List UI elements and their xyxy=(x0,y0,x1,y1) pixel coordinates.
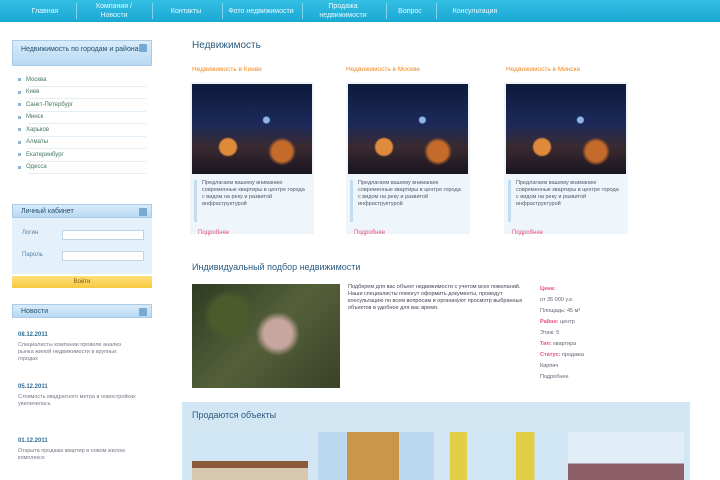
login-title: Личный кабинет xyxy=(21,208,74,215)
top-nav-bar: Главная Компания / Новости Контакты Фото… xyxy=(0,0,720,22)
card-more-link[interactable]: Подробнее xyxy=(354,230,385,236)
news-header: Новости xyxy=(12,304,152,318)
category-item[interactable]: Санкт-Петербург xyxy=(26,99,146,112)
login-label: Логин xyxy=(22,230,39,236)
nav-separator xyxy=(302,3,303,19)
detail-label: Цена: xyxy=(540,286,556,292)
nav-separator xyxy=(222,3,223,19)
property-card: Предлагаем вашему вниманию современные к… xyxy=(346,82,470,236)
detail-row: Кирпич xyxy=(540,363,558,369)
nav-item-photos[interactable]: Фото недвижимости xyxy=(226,0,296,22)
property-card: Предлагаем вашему вниманию современные к… xyxy=(504,82,628,236)
news-date[interactable]: 05.12.2011 xyxy=(18,384,48,390)
category-item[interactable]: Минск xyxy=(26,112,146,124)
card-image[interactable] xyxy=(192,84,312,174)
card-text: Предлагаем вашему вниманию современные к… xyxy=(516,180,619,207)
nav-separator xyxy=(76,3,77,19)
news-date[interactable]: 01.12.2011 xyxy=(18,438,48,444)
nav-separator xyxy=(152,3,153,19)
login-header: Личный кабинет xyxy=(12,204,152,218)
detail-value: Площадь: 45 м² xyxy=(540,308,581,314)
password-input[interactable] xyxy=(62,251,144,261)
nav-item-sale[interactable]: Продажа недвижимости xyxy=(306,0,380,22)
card-text: Предлагаем вашему вниманию современные к… xyxy=(202,180,305,207)
detail-row: Подробнее xyxy=(540,374,569,380)
detail-value: центр xyxy=(560,319,575,325)
news-text: Стоимость квадратного метра в новостройк… xyxy=(18,394,136,407)
detail-row: от 35 000 у.е. xyxy=(540,297,574,303)
detail-link[interactable]: Подробнее xyxy=(540,374,569,380)
category-item[interactable]: Одесса xyxy=(26,162,146,174)
detail-label: Тип: xyxy=(540,341,552,347)
detail-value: Кирпич xyxy=(540,363,559,369)
nav-item-consult[interactable]: Консультация xyxy=(440,0,510,22)
detail-value: Этаж: 5 xyxy=(540,330,560,336)
nav-item-home[interactable]: Главная xyxy=(20,0,70,22)
news-text: Открыта продажа квартир в новом жилом ко… xyxy=(18,448,125,461)
categories-title: Недвижимость по городам и районам xyxy=(21,46,144,53)
collapse-icon[interactable] xyxy=(139,308,147,316)
card-more-link[interactable]: Подробнее xyxy=(198,230,229,236)
detail-value: продажа xyxy=(561,352,584,358)
login-input[interactable] xyxy=(62,230,144,240)
card-image[interactable] xyxy=(348,84,468,174)
login-button[interactable]: Войти xyxy=(12,276,152,288)
detail-row: Район: центр xyxy=(540,319,575,325)
category-item[interactable]: Алматы xyxy=(26,137,146,149)
detail-row: Цена: xyxy=(540,286,555,292)
individual-section-title: Индивидуальный подбор недвижимости xyxy=(192,262,361,272)
nav-item-question[interactable]: Вопрос xyxy=(390,0,430,22)
nav-separator xyxy=(436,3,437,19)
card-title[interactable]: Недвижимость в Киеве xyxy=(192,66,262,73)
category-list: Москва Киев Санкт-Петербург Минск Харько… xyxy=(26,74,146,174)
login-form: Логин Пароль xyxy=(12,218,152,274)
password-label: Пароль xyxy=(22,252,43,258)
nav-separator xyxy=(386,3,387,19)
detail-row: Площадь: 45 м² xyxy=(540,308,580,314)
nav-item-contacts[interactable]: Контакты xyxy=(156,0,216,22)
nav-item-company[interactable]: Компания / Новости xyxy=(82,0,146,22)
category-item[interactable]: Киев xyxy=(26,87,146,99)
object-thumbnail[interactable] xyxy=(318,432,434,480)
card-accent-bar xyxy=(508,180,511,222)
detail-row: Этаж: 5 xyxy=(540,330,559,336)
card-title[interactable]: Недвижимость в Москве xyxy=(346,66,420,73)
news-text: Специалисты компании провели анализ рынк… xyxy=(18,342,121,362)
category-item[interactable]: Харьков xyxy=(26,124,146,137)
category-item[interactable]: Москва xyxy=(26,74,146,87)
news-date[interactable]: 08.12.2011 xyxy=(18,332,48,338)
detail-row: Тип: квартира xyxy=(540,341,576,347)
card-accent-bar xyxy=(194,180,197,222)
detail-row: Статус: продажа xyxy=(540,352,584,358)
detail-label: Статус: xyxy=(540,352,561,358)
category-item[interactable]: Екатеринбург xyxy=(26,149,146,162)
aerial-photo[interactable] xyxy=(192,284,340,388)
object-thumbnail[interactable] xyxy=(444,432,560,480)
collapse-icon[interactable] xyxy=(139,208,147,216)
collapse-icon[interactable] xyxy=(139,44,147,52)
detail-value: от 35 000 у.е. xyxy=(540,297,574,303)
card-text: Предлагаем вашему вниманию современные к… xyxy=(358,180,461,207)
card-title[interactable]: Недвижимость в Минске xyxy=(506,66,580,73)
card-accent-bar xyxy=(350,180,353,222)
detail-label: Район: xyxy=(540,319,559,325)
detail-value: квартира xyxy=(553,341,577,347)
page-title: Недвижимость xyxy=(192,40,261,51)
card-more-link[interactable]: Подробнее xyxy=(512,230,543,236)
property-card: Предлагаем вашему вниманию современные к… xyxy=(190,82,314,236)
ready-objects-title: Продаются объекты xyxy=(192,410,277,420)
categories-header: Недвижимость по городам и районам xyxy=(12,40,152,66)
individual-description: Подберем для вас объект недвижимости с у… xyxy=(348,284,523,311)
object-thumbnail[interactable] xyxy=(568,432,684,480)
card-image[interactable] xyxy=(506,84,626,174)
object-thumbnail[interactable] xyxy=(192,432,308,480)
news-title: Новости xyxy=(21,308,49,315)
